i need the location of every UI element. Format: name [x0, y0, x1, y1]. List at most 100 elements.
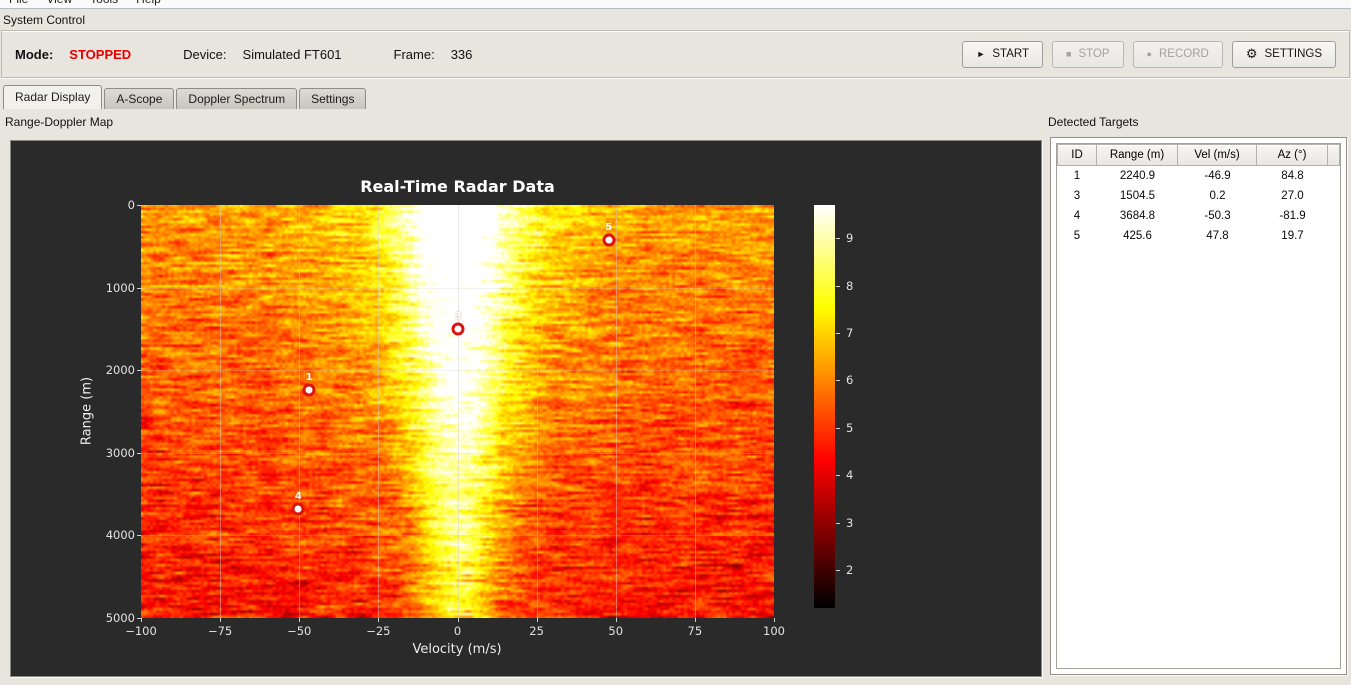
tab-settings[interactable]: Settings: [299, 88, 367, 109]
colorbar-tick: [836, 238, 840, 240]
frame-counter: 336: [450, 46, 473, 62]
colorbar: [814, 205, 835, 608]
tab-radar-display[interactable]: Radar Display: [3, 85, 103, 109]
gridline-vertical: [220, 205, 222, 618]
column-header-id[interactable]: ID: [1057, 144, 1097, 166]
colorbar-tick: [836, 427, 840, 429]
target-marker-label: 3: [454, 311, 462, 323]
colorbar-tick-label: 3: [846, 515, 854, 530]
target-marker: [302, 383, 316, 397]
frame-label: Frame:: [393, 46, 435, 62]
settings-button[interactable]: ⚙ SETTINGS: [1231, 40, 1336, 68]
gridline-horizontal: [141, 370, 774, 372]
x-tick-label: −25: [366, 624, 391, 638]
table-row[interactable]: 5 425.6 47.8 19.7: [1057, 226, 1340, 246]
stop-button[interactable]: ■ STOP: [1052, 40, 1124, 68]
y-axis-tick: [137, 535, 141, 537]
x-tick-label: −75: [207, 624, 233, 638]
x-tick-label: −100: [125, 624, 157, 638]
record-icon: ●: [1146, 48, 1152, 59]
column-header-az[interactable]: Az (°): [1257, 144, 1328, 166]
target-marker: [602, 233, 616, 247]
gridline-vertical: [694, 205, 696, 618]
start-button[interactable]: ► START: [962, 40, 1043, 68]
colorbar-tick: [836, 333, 840, 334]
y-axis-tick: [137, 370, 141, 372]
play-icon: ►: [976, 48, 986, 59]
mode-value: STOPPED: [69, 46, 132, 62]
table-cell: 1: [1073, 170, 1081, 182]
x-axis-tick: [457, 618, 459, 622]
plot-title: Real-Time Radar Data: [360, 177, 555, 196]
y-axis-tick: [137, 618, 141, 619]
colorbar-tick-label: 4: [846, 468, 854, 483]
tab-bar: Radar Display A-Scope Doppler Spectrum Sett…: [3, 85, 368, 109]
target-marker: [451, 322, 465, 336]
x-tick-label: −50: [287, 624, 312, 638]
table-cell: 84.8: [1281, 170, 1304, 182]
table-cell: 27.0: [1281, 190, 1304, 202]
table-cell: 47.8: [1206, 230, 1229, 242]
device-value: Simulated FT601: [242, 46, 342, 62]
y-axis-tick: [137, 205, 141, 206]
tab-a-scope[interactable]: A-Scope: [104, 88, 175, 109]
colorbar-tick-label: 6: [846, 373, 854, 388]
table-row[interactable]: 1 2240.9 -46.9 84.8: [1057, 166, 1340, 186]
targets-table-header: ID Range (m) Vel (m/s) Az (°): [1057, 144, 1340, 166]
x-axis-tick: [615, 618, 617, 622]
table-cell: 2240.9: [1119, 170, 1156, 182]
x-tick-label: 25: [529, 624, 544, 638]
colorbar-tick-label: 2: [846, 563, 854, 578]
x-axis-tick: [536, 618, 538, 622]
targets-table-body: 1 2240.9 -46.9 84.8 3 1504.5 0.2 27.0 4 3684.8 -50…: [1057, 166, 1340, 246]
target-marker-label: 4: [294, 491, 302, 503]
table-cell: 5: [1073, 230, 1081, 242]
radar-app-window: FileViewToolsHelp System Control Mode: S…: [0, 0, 1351, 685]
table-cell: 4: [1073, 210, 1081, 222]
target-marker-label: 1: [305, 372, 313, 384]
range-doppler-plot-panel: Real-Time Radar Data 1 3 4 5 Velocity (m/s)…: [10, 140, 1042, 677]
detected-targets-panel: ID Range (m) Vel (m/s) Az (°) 1 2240.9 -46.9 8…: [1050, 137, 1347, 675]
x-axis-title: Velocity (m/s): [412, 642, 502, 657]
record-button[interactable]: ● RECORD: [1132, 40, 1223, 68]
range-doppler-map-label: Range-Doppler Map: [5, 115, 114, 129]
tab-doppler-spectrum[interactable]: Doppler Spectrum: [176, 88, 298, 109]
button-label: STOP: [1078, 48, 1110, 60]
table-cell: -50.3: [1204, 210, 1231, 222]
system-control-group-label: System Control: [3, 13, 86, 27]
y-axis-tick: [137, 287, 141, 289]
device-label: Device:: [183, 46, 227, 62]
y-axis-title: Range (m): [79, 376, 95, 446]
x-tick-label: 100: [763, 624, 785, 638]
table-cell: -81.9: [1279, 210, 1306, 222]
gear-icon: ⚙: [1245, 45, 1258, 61]
y-tick-label: 3000: [105, 445, 135, 460]
gridline-vertical: [536, 205, 538, 618]
table-row[interactable]: 4 3684.8 -50.3 -81.9: [1057, 206, 1340, 226]
colorbar-tick-label: 7: [846, 326, 854, 340]
gridline-vertical: [378, 205, 380, 618]
colorbar-tick: [836, 522, 840, 524]
table-cell: 3684.8: [1119, 210, 1156, 222]
x-axis-tick: [141, 618, 142, 622]
stop-icon: ■: [1066, 48, 1072, 59]
target-marker: [291, 502, 305, 516]
column-header-vel[interactable]: Vel (m/s): [1178, 144, 1257, 166]
gridline-vertical: [615, 205, 617, 618]
system-control-panel: Mode: STOPPED Device: Simulated FT601 Fr…: [1, 30, 1350, 78]
column-header-range[interactable]: Range (m): [1097, 144, 1178, 166]
colorbar-tick-label: 5: [846, 420, 854, 435]
control-buttons: ► START ■ STOP ● RECORD ⚙ SETTINGS: [962, 40, 1336, 68]
x-axis-tick: [299, 618, 301, 622]
button-label: SETTINGS: [1264, 48, 1322, 60]
colorbar-tick-label: 9: [846, 231, 854, 246]
column-header-stub: [1328, 144, 1340, 166]
y-tick-label: 4000: [105, 528, 135, 543]
table-cell: 1504.5: [1119, 190, 1156, 202]
table-cell: 0.2: [1209, 190, 1226, 202]
target-marker-label: 5: [605, 222, 613, 234]
y-axis-tick: [137, 452, 141, 454]
table-row[interactable]: 3 1504.5 0.2 27.0: [1057, 186, 1340, 206]
status-readout: Mode: STOPPED Device: Simulated FT601 Fr…: [15, 47, 472, 62]
gridline-vertical: [457, 205, 459, 618]
